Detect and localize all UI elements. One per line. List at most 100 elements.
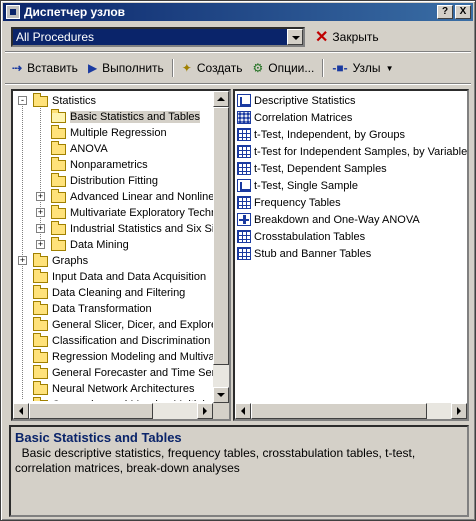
- tree-item-label: Statistics: [52, 95, 97, 107]
- scroll-left-button[interactable]: [13, 403, 29, 419]
- procedure-list-item[interactable]: Frequency Tables: [237, 194, 341, 211]
- tree-item-label: Nonparametrics: [70, 159, 148, 171]
- tree-guide-line: [40, 105, 41, 241]
- expand-icon[interactable]: +: [36, 208, 45, 217]
- folder-icon: [33, 332, 48, 347]
- procedure-list-item-label: Frequency Tables: [254, 196, 341, 209]
- scroll-down-button[interactable]: [213, 387, 229, 403]
- procedure-list-item[interactable]: t-Test, Single Sample: [237, 177, 358, 194]
- tree-item[interactable]: Distribution Fitting: [51, 172, 158, 189]
- procedure-list-item[interactable]: t-Test, Independent, by Groups: [237, 126, 405, 143]
- tree-item[interactable]: Input Data and Data Acquisition: [33, 268, 207, 285]
- folder-icon: [33, 92, 48, 107]
- options-button[interactable]: ⚙ Опции...: [247, 58, 319, 78]
- close-window-button[interactable]: X: [455, 5, 471, 19]
- procedure-list-item[interactable]: Crosstabulation Tables: [237, 228, 365, 245]
- tree-vertical-scrollbar[interactable]: [213, 91, 229, 403]
- chevron-down-icon[interactable]: [287, 29, 303, 45]
- procedure-list-item[interactable]: Descriptive Statistics: [237, 92, 355, 109]
- folder-icon: [33, 316, 48, 331]
- scroll-up-button[interactable]: [213, 91, 229, 107]
- procedure-list-item-label: t-Test, Dependent Samples: [254, 162, 387, 175]
- procedure-list[interactable]: Descriptive Statistics Correlation Matric…: [235, 91, 467, 403]
- close-command-button[interactable]: ✕ Закрыть: [315, 27, 379, 47]
- tree-horizontal-scrollbar[interactable]: [13, 403, 213, 419]
- expand-icon[interactable]: +: [18, 256, 27, 265]
- tree-item[interactable]: Data Transformation: [33, 300, 152, 317]
- procedure-list-item-label: t-Test, Independent, by Groups: [254, 128, 406, 141]
- scroll-corner: [213, 403, 229, 419]
- tree-item-label: Input Data and Data Acquisition: [52, 271, 207, 283]
- tree-item-label: Data Mining: [70, 239, 129, 251]
- run-button[interactable]: ▶ Выполнить: [83, 58, 169, 78]
- ttest-variables-icon: [237, 145, 251, 158]
- list-horizontal-scrollbar[interactable]: [235, 403, 467, 419]
- folder-icon: [51, 124, 66, 139]
- scroll-left-button[interactable]: [235, 403, 251, 419]
- scroll-thumb[interactable]: [29, 403, 153, 419]
- tree-item[interactable]: Regression Modeling and Multivar: [33, 348, 215, 365]
- tree-item-label: Industrial Statistics and Six Sig: [70, 223, 215, 235]
- collapse-icon[interactable]: -: [18, 96, 27, 105]
- tree-item[interactable]: Data Cleaning and Filtering: [33, 284, 185, 301]
- folder-icon: [33, 364, 48, 379]
- tree-item-label: General Forecaster and Time Seri: [52, 367, 215, 379]
- tree-item[interactable]: + Graphs: [18, 252, 88, 269]
- tree-item-label: ANOVA: [70, 143, 108, 155]
- ttest-groups-icon: [237, 128, 251, 141]
- create-button[interactable]: ✦ Создать: [177, 58, 248, 78]
- close-icon: ✕: [315, 29, 329, 46]
- tree-item[interactable]: + Data Mining: [36, 236, 129, 253]
- create-label: Создать: [196, 61, 243, 75]
- tree-item[interactable]: Basic Statistics and Tables: [51, 108, 201, 125]
- description-panel: Basic Statistics and Tables Basic descri…: [9, 425, 469, 517]
- insert-button[interactable]: ⇢ Вставить: [7, 58, 83, 78]
- expand-icon[interactable]: +: [36, 240, 45, 249]
- tree-item[interactable]: Classification and Discrimination: [33, 332, 211, 349]
- tree-item-label: General Slicer, Dicer, and Explore: [52, 319, 215, 331]
- tree-item[interactable]: + Advanced Linear and Nonline: [36, 188, 214, 205]
- folder-icon: [33, 348, 48, 363]
- ttest-single-icon: [237, 179, 251, 192]
- procedure-list-item[interactable]: Correlation Matrices: [237, 109, 352, 126]
- nodes-menu-button[interactable]: -■- Узлы ▼: [327, 58, 398, 78]
- tree-item[interactable]: Nonparametrics: [51, 156, 148, 173]
- scroll-thumb[interactable]: [251, 403, 427, 419]
- description-text: Basic descriptive statistics, frequency …: [15, 446, 463, 476]
- expand-icon[interactable]: +: [36, 224, 45, 233]
- folder-icon: [51, 204, 66, 219]
- scroll-right-button[interactable]: [197, 403, 213, 419]
- procedure-list-item[interactable]: t-Test, Dependent Samples: [237, 160, 387, 177]
- tree-item[interactable]: General Slicer, Dicer, and Explore: [33, 316, 215, 333]
- category-tree[interactable]: - Statistics Basic Statistics and Tables Mu…: [13, 91, 215, 401]
- help-button[interactable]: ?: [437, 5, 453, 19]
- title-bar[interactable]: Диспетчер узлов ? X: [3, 3, 473, 21]
- options-icon: ⚙: [252, 61, 264, 75]
- tree-item-label: Data Transformation: [52, 303, 152, 315]
- procedures-dropdown[interactable]: All Procedures: [11, 27, 305, 47]
- scroll-thumb[interactable]: [213, 107, 229, 365]
- folder-icon: [51, 156, 66, 171]
- procedure-list-item[interactable]: t-Test for Independent Samples, by Varia…: [237, 143, 467, 160]
- procedure-list-item-label: t-Test for Independent Samples, by Varia…: [254, 145, 467, 158]
- tree-item[interactable]: Neural Network Architectures: [33, 380, 194, 397]
- tree-item[interactable]: Multiple Regression: [51, 124, 167, 141]
- stub-banner-icon: [237, 247, 251, 260]
- expand-icon[interactable]: +: [36, 192, 45, 201]
- tree-item-label: Classification and Discrimination: [52, 335, 211, 347]
- folder-icon: [33, 252, 48, 267]
- close-command-label: Закрыть: [332, 30, 379, 44]
- tree-item-label: Regression Modeling and Multivar: [52, 351, 215, 363]
- tree-item[interactable]: Comparing and Merging Multiple D: [33, 396, 215, 401]
- folder-icon: [51, 236, 66, 251]
- tree-item[interactable]: + Multivariate Exploratory Techr: [36, 204, 215, 221]
- folder-icon: [33, 396, 48, 401]
- descriptive-stats-icon: [237, 94, 251, 107]
- tree-item[interactable]: General Forecaster and Time Seri: [33, 364, 215, 381]
- tree-item[interactable]: ANOVA: [51, 140, 108, 157]
- tree-item[interactable]: + Industrial Statistics and Six Sig: [36, 220, 215, 237]
- scroll-right-button[interactable]: [451, 403, 467, 419]
- procedure-list-item[interactable]: Stub and Banner Tables: [237, 245, 371, 262]
- procedure-list-item[interactable]: Breakdown and One-Way ANOVA: [237, 211, 420, 228]
- tree-item[interactable]: - Statistics: [18, 92, 97, 109]
